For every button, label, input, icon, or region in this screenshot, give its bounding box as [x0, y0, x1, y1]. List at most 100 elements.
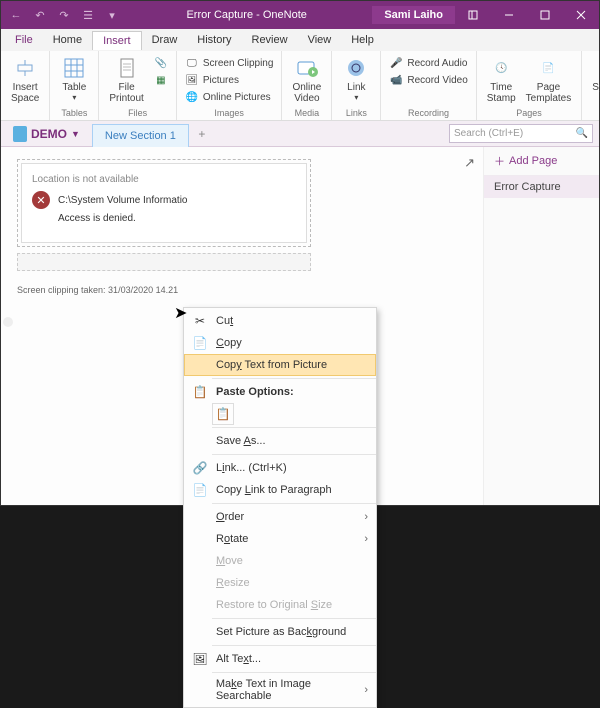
menu-file[interactable]: File: [5, 31, 43, 49]
ctx-rotate[interactable]: Rotate: [184, 528, 376, 550]
menu-home[interactable]: Home: [43, 31, 92, 49]
note-container-handle[interactable]: [3, 317, 13, 327]
qat-dropdown-icon[interactable]: ▾: [103, 6, 121, 24]
symbols-button[interactable]: ΩSymbols▾: [588, 53, 600, 108]
separator: [212, 378, 376, 379]
online-pictures-button[interactable]: 🌐Online Pictures: [183, 89, 276, 105]
content-area: ↗ Location is not available ✕ C:\System …: [1, 147, 599, 505]
maximize-button[interactable]: [527, 1, 563, 29]
time-stamp-button[interactable]: 🕓Time Stamp: [483, 53, 520, 108]
context-menu: ✂Cut 📄Copy Copy Text from Picture 📋Paste…: [183, 307, 377, 708]
separator: [212, 645, 376, 646]
paste-option-keep-source[interactable]: 📋: [212, 403, 234, 425]
ctx-copy[interactable]: 📄Copy: [184, 332, 376, 354]
undo-icon[interactable]: ↶: [31, 6, 49, 24]
screen-clipping-button[interactable]: 🖵Screen Clipping: [183, 55, 276, 71]
menu-help[interactable]: Help: [341, 31, 384, 49]
note-container[interactable]: Location is not available ✕ C:\System Vo…: [17, 159, 311, 295]
separator: [212, 454, 376, 455]
ctx-paste-options-label: 📋Paste Options:: [184, 381, 376, 403]
minimize-button[interactable]: [491, 1, 527, 29]
menu-review[interactable]: Review: [242, 31, 298, 49]
ctx-copy-text-from-picture[interactable]: Copy Text from Picture: [184, 354, 376, 376]
ctx-cut[interactable]: ✂Cut: [184, 310, 376, 332]
group-images-label: Images: [183, 108, 276, 120]
clip-title: Location is not available: [32, 174, 296, 185]
copy-icon: 📄: [192, 335, 208, 351]
separator: [212, 672, 376, 673]
file-attachment-button[interactable]: 📎: [152, 55, 170, 71]
user-badge[interactable]: Sami Laiho: [372, 6, 455, 24]
clip-denied: Access is denied.: [58, 213, 296, 224]
ctx-move: Move: [184, 550, 376, 572]
alt-text-icon: 🖼: [192, 651, 208, 667]
separator: [212, 618, 376, 619]
record-video-button[interactable]: 📹Record Video: [387, 72, 469, 88]
ribbon-options-icon[interactable]: [455, 1, 491, 29]
file-printout-button[interactable]: File Printout: [105, 53, 147, 108]
online-video-button[interactable]: Online Video: [288, 53, 325, 108]
notebook-icon: [13, 126, 27, 142]
table-button[interactable]: Table▾: [56, 53, 92, 108]
paste-icon: 📋: [192, 384, 208, 400]
back-icon[interactable]: ←: [7, 6, 25, 24]
ctx-restore: Restore to Original Size: [184, 594, 376, 616]
menu-insert[interactable]: Insert: [92, 31, 142, 50]
menu-history[interactable]: History: [187, 31, 241, 49]
group-recording-label: Recording: [387, 108, 469, 120]
group-label: [588, 108, 600, 120]
separator: [212, 427, 376, 428]
copy-link-icon: 📄: [192, 482, 208, 498]
page-list-panel: ＋Add Page Error Capture: [483, 147, 599, 505]
section-tab[interactable]: New Section 1: [92, 124, 189, 148]
group-files-label: Files: [105, 108, 169, 120]
add-section-button[interactable]: +: [193, 125, 211, 143]
page-list-item[interactable]: Error Capture: [484, 176, 599, 198]
ribbon-insert: Insert Space Table▾ Tables File Printout…: [1, 51, 599, 121]
link-icon: 🔗: [192, 460, 208, 476]
ctx-set-bg[interactable]: Set Picture as Background: [184, 621, 376, 643]
group-links-label: Links: [338, 108, 374, 120]
ctx-link[interactable]: 🔗Link... (Ctrl+K): [184, 457, 376, 479]
screen-clipping-image[interactable]: Location is not available ✕ C:\System Vo…: [21, 163, 307, 243]
window-title: Error Capture - OneNote: [121, 9, 372, 21]
page-templates-button[interactable]: 📄Page Templates: [522, 53, 576, 108]
separator: [212, 503, 376, 504]
menu-draw[interactable]: Draw: [142, 31, 188, 49]
menu-bar: File Home Insert Draw History Review Vie…: [1, 29, 599, 51]
ctx-alt-text[interactable]: 🖼Alt Text...: [184, 648, 376, 670]
error-icon: ✕: [32, 191, 50, 209]
link-button[interactable]: Link▾: [338, 53, 374, 108]
selection-outline: [17, 253, 311, 271]
group-tables-label: Tables: [56, 108, 92, 120]
redo-icon[interactable]: ↷: [55, 6, 73, 24]
record-audio-button[interactable]: 🎤Record Audio: [387, 55, 469, 71]
insert-space-button[interactable]: Insert Space: [7, 53, 43, 108]
spreadsheet-button[interactable]: ▦: [152, 72, 170, 88]
onenote-window: ← ↶ ↷ ☰ ▾ Error Capture - OneNote Sami L…: [0, 0, 600, 506]
clip-path: C:\System Volume Informatio: [58, 195, 188, 206]
group-label: [7, 108, 43, 120]
ctx-order[interactable]: Order: [184, 506, 376, 528]
add-page-button[interactable]: ＋Add Page: [484, 147, 599, 176]
ctx-resize: Resize: [184, 572, 376, 594]
ctx-copy-link-paragraph[interactable]: 📄Copy Link to Paragraph: [184, 479, 376, 501]
plus-icon: ＋: [494, 153, 505, 169]
title-bar: ← ↶ ↷ ☰ ▾ Error Capture - OneNote Sami L…: [1, 1, 599, 29]
blank-icon: [192, 357, 208, 373]
pictures-button[interactable]: 🖼Pictures: [183, 72, 276, 88]
touch-icon[interactable]: ☰: [79, 6, 97, 24]
group-media-label: Media: [288, 108, 325, 120]
notebook-selector[interactable]: DEMO ▼: [7, 126, 86, 142]
section-tab-bar: DEMO ▼ New Section 1 + Search (Ctrl+E) 🔍: [1, 121, 599, 147]
expand-icon[interactable]: ↗: [464, 155, 475, 171]
close-button[interactable]: [563, 1, 599, 29]
clip-meta: Screen clipping taken: 31/03/2020 14.21: [17, 285, 311, 295]
ctx-save-as[interactable]: Save As...: [184, 430, 376, 452]
menu-view[interactable]: View: [298, 31, 342, 49]
search-input[interactable]: Search (Ctrl+E) 🔍: [449, 124, 593, 143]
search-icon: 🔍: [576, 128, 588, 139]
group-pages-label: Pages: [483, 108, 575, 120]
cut-icon: ✂: [192, 313, 208, 329]
ctx-make-searchable[interactable]: Make Text in Image Searchable: [184, 675, 376, 705]
